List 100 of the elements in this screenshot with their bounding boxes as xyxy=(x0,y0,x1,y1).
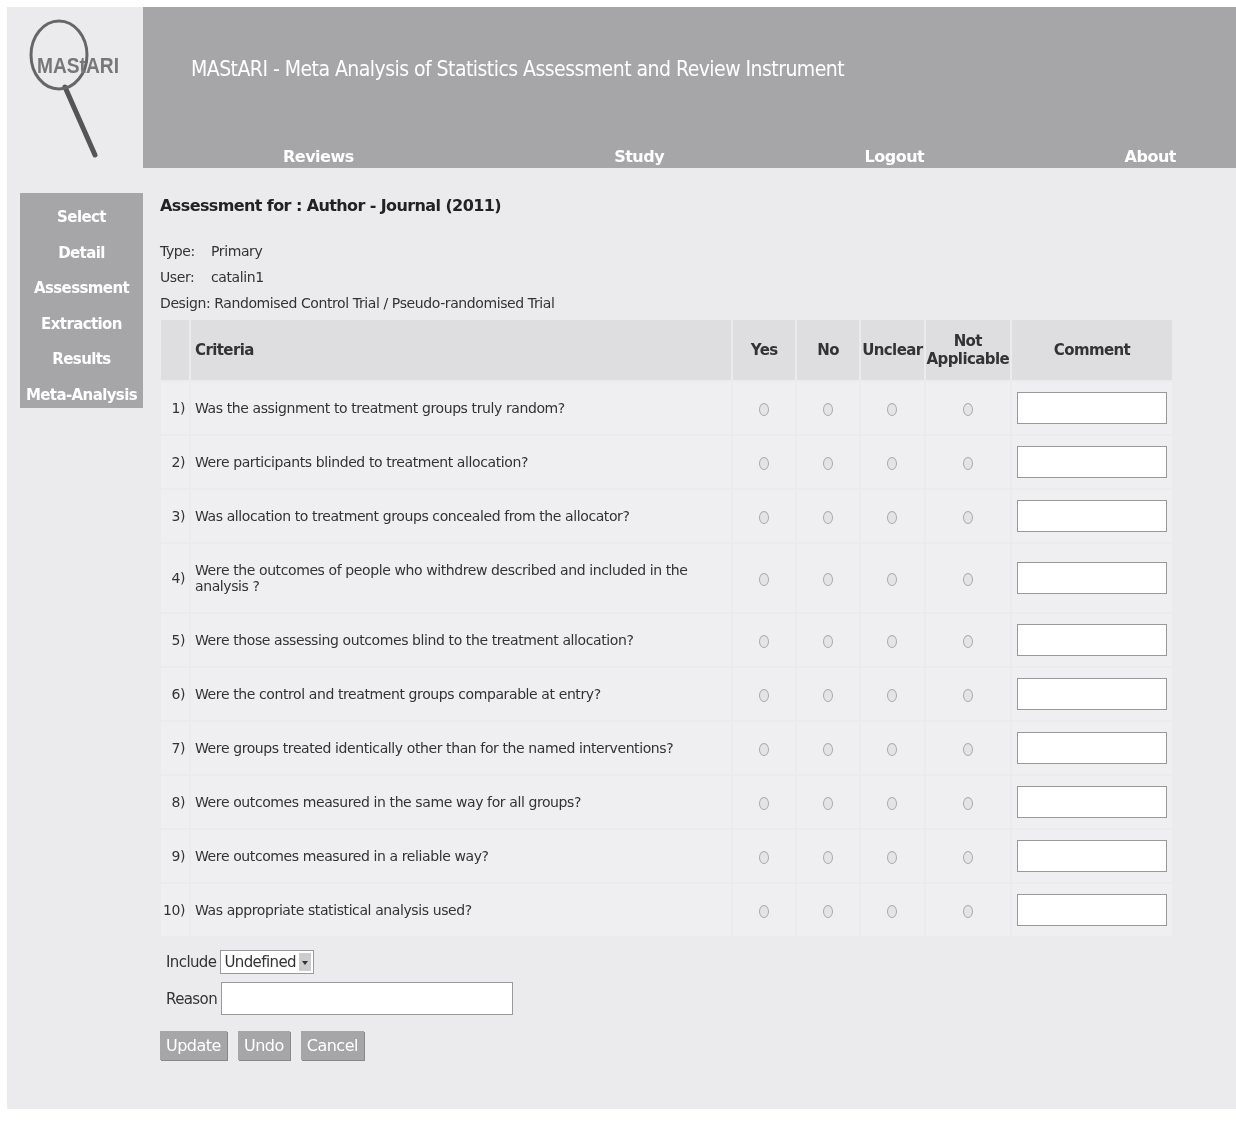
radio-button[interactable] xyxy=(887,402,898,416)
nav-link[interactable]: About xyxy=(1124,147,1176,166)
radio-button[interactable] xyxy=(887,850,898,864)
criterion-text: Were groups treated identically other than for the named interventions? xyxy=(191,722,732,774)
row-number: 3) xyxy=(161,490,189,542)
form-button[interactable]: Undo xyxy=(237,1031,290,1060)
comment-field[interactable] xyxy=(1017,562,1167,594)
sidebar-link[interactable]: Detail xyxy=(58,235,105,272)
row-number: 2) xyxy=(161,436,189,488)
radio-button[interactable] xyxy=(887,904,898,918)
radio-button[interactable] xyxy=(887,510,898,524)
radio-button[interactable] xyxy=(962,510,973,524)
nav-link[interactable]: Study xyxy=(614,147,665,166)
column-header: No xyxy=(797,320,860,380)
radio-button[interactable] xyxy=(823,510,834,524)
radio-button[interactable] xyxy=(759,850,770,864)
sidebar-link[interactable]: Results xyxy=(52,342,111,378)
radio-button[interactable] xyxy=(823,850,834,864)
nav-link[interactable]: Reviews xyxy=(283,147,354,166)
criterion-text: Were outcomes measured in the same way for all groups? xyxy=(191,776,732,828)
radio-button[interactable] xyxy=(887,456,898,470)
comment-field[interactable] xyxy=(1017,392,1167,424)
criterion-text: Was the assignment to treatment groups truly random? xyxy=(191,382,732,434)
form-button[interactable]: Cancel xyxy=(300,1031,364,1060)
column-header: Not Applicable xyxy=(925,320,1010,380)
assessment-heading: Assessment for : Author - Journal (2011) xyxy=(160,196,502,215)
column-header: Comment xyxy=(1012,320,1172,380)
radio-button[interactable] xyxy=(962,796,973,810)
criterion-text: Were the control and treatment groups comparable at entry? xyxy=(191,668,732,720)
radio-button[interactable] xyxy=(823,634,834,648)
sidebar-link[interactable]: Meta-Analysis xyxy=(25,377,138,414)
detail-label: User: xyxy=(160,269,196,285)
detail-value: Randomised Control Trial / Pseudo-randomised Trial xyxy=(214,295,555,311)
radio-button[interactable] xyxy=(962,904,973,918)
radio-button[interactable] xyxy=(887,688,898,702)
radio-button[interactable] xyxy=(823,742,834,756)
detail-label: Type: xyxy=(160,243,196,259)
reason-field[interactable] xyxy=(221,982,514,1015)
detail-value: catalin1 xyxy=(211,269,264,285)
row-number: 10) xyxy=(161,884,189,936)
row-number: 6) xyxy=(161,668,189,720)
app-title: MAStARI - Meta Analysis of Statistics Assessment and Review Instrument xyxy=(191,57,845,81)
comment-field[interactable] xyxy=(1017,786,1167,818)
radio-button[interactable] xyxy=(962,742,973,756)
radio-button[interactable] xyxy=(887,634,898,648)
detail-value: Primary xyxy=(211,243,263,259)
column-header: Criteria xyxy=(191,320,732,380)
column-header: Yes xyxy=(733,320,796,380)
row-number: 8) xyxy=(161,776,189,828)
radio-button[interactable] xyxy=(962,688,973,702)
row-number: 7) xyxy=(161,722,189,774)
radio-button[interactable] xyxy=(962,572,973,586)
column-header: Unclear xyxy=(861,320,924,380)
radio-button[interactable] xyxy=(962,634,973,648)
radio-button[interactable] xyxy=(887,742,898,756)
comment-field[interactable] xyxy=(1017,894,1167,926)
radio-button[interactable] xyxy=(823,402,834,416)
radio-button[interactable] xyxy=(759,402,770,416)
criterion-text: Were participants blinded to treatment allocation? xyxy=(191,436,732,488)
radio-button[interactable] xyxy=(962,850,973,864)
radio-button[interactable] xyxy=(962,402,973,416)
row-number: 4) xyxy=(161,544,189,612)
radio-button[interactable] xyxy=(759,510,770,524)
comment-field[interactable] xyxy=(1017,624,1167,656)
radio-button[interactable] xyxy=(759,796,770,810)
comment-field[interactable] xyxy=(1017,678,1167,710)
nav-link[interactable]: Logout xyxy=(864,147,925,166)
comment-field[interactable] xyxy=(1017,732,1167,764)
radio-button[interactable] xyxy=(962,456,973,470)
radio-button[interactable] xyxy=(759,634,770,648)
row-number: 9) xyxy=(161,830,189,882)
radio-button[interactable] xyxy=(759,572,770,586)
radio-button[interactable] xyxy=(823,688,834,702)
radio-button[interactable] xyxy=(759,904,770,918)
radio-button[interactable] xyxy=(759,742,770,756)
sidebar-link[interactable]: Select xyxy=(57,200,106,236)
comment-field[interactable] xyxy=(1017,446,1167,478)
radio-button[interactable] xyxy=(823,572,834,586)
row-number: 1) xyxy=(161,382,189,434)
comment-field[interactable] xyxy=(1017,500,1167,532)
row-number: 5) xyxy=(161,614,189,666)
radio-button[interactable] xyxy=(759,688,770,702)
radio-button[interactable] xyxy=(823,904,834,918)
radio-button[interactable] xyxy=(887,572,898,586)
criterion-text: Were outcomes measured in a reliable way? xyxy=(191,830,732,882)
criterion-text: Were those assessing outcomes blind to the treatment allocation? xyxy=(191,614,732,666)
caret-icon xyxy=(298,953,311,971)
form-button[interactable]: Update xyxy=(160,1031,227,1060)
criterion-text: Were the outcomes of people who withdrew described and included in the analysis ? xyxy=(191,544,732,612)
include-label: Include xyxy=(166,953,217,971)
radio-button[interactable] xyxy=(759,456,770,470)
radio-button[interactable] xyxy=(887,796,898,810)
sidebar-link[interactable]: Assessment xyxy=(33,271,130,307)
sidebar-link[interactable]: Extraction xyxy=(41,306,122,343)
criterion-text: Was allocation to treatment groups concealed from the allocator? xyxy=(191,490,732,542)
radio-button[interactable] xyxy=(823,456,834,470)
include-dropdown[interactable]: Undefined xyxy=(220,950,314,974)
radio-button[interactable] xyxy=(823,796,834,810)
detail-label: Design: xyxy=(160,295,211,311)
comment-field[interactable] xyxy=(1017,840,1167,872)
